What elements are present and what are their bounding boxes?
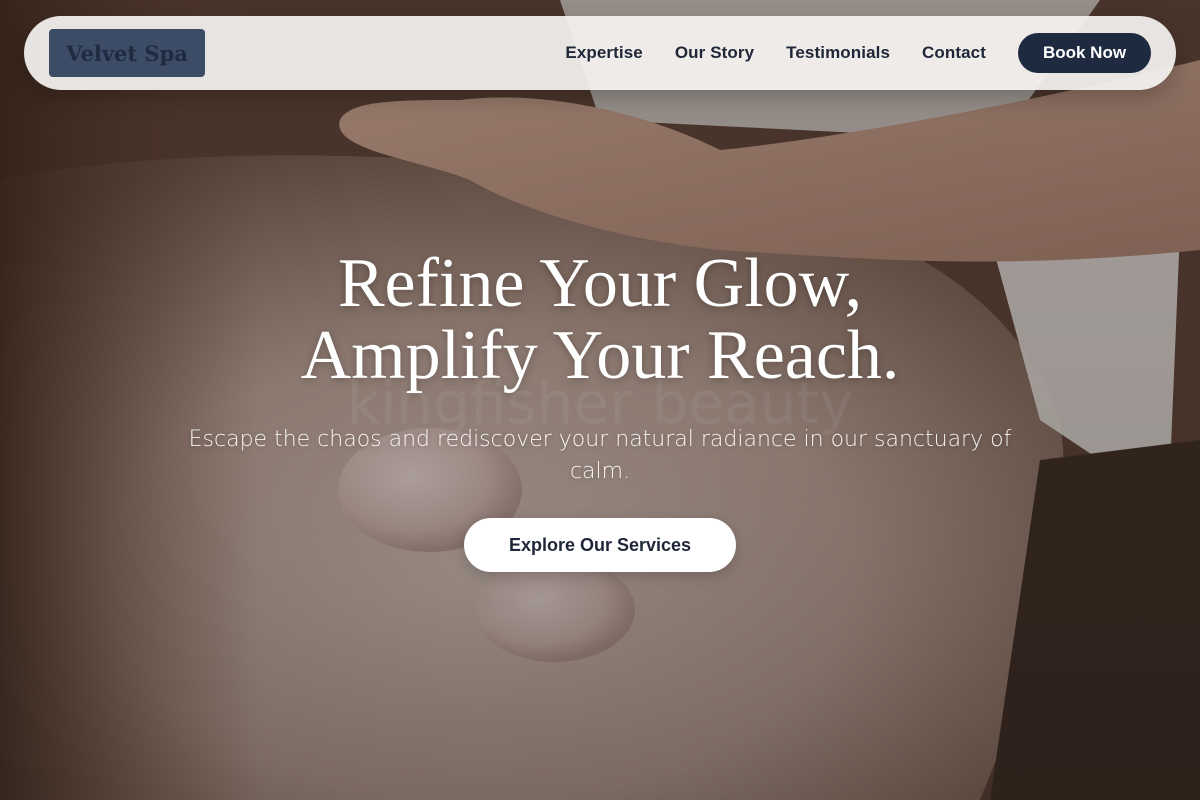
nav-links: Expertise Our Story Testimonials Contact… bbox=[565, 33, 1151, 73]
hero-headline: Refine Your Glow, Amplify Your Reach. bbox=[0, 248, 1200, 392]
book-now-button[interactable]: Book Now bbox=[1018, 33, 1151, 73]
page: kingfisher beauty Velvet Spa Expertise O… bbox=[0, 0, 1200, 800]
hero-headline-line-2: Amplify Your Reach. bbox=[300, 317, 900, 394]
hero-section: Refine Your Glow, Amplify Your Reach. Es… bbox=[0, 248, 1200, 572]
hero-headline-line-1: Refine Your Glow, bbox=[337, 245, 863, 322]
nav-link-our-story[interactable]: Our Story bbox=[675, 43, 754, 63]
brand-logo[interactable]: Velvet Spa bbox=[49, 29, 205, 77]
nav-link-contact[interactable]: Contact bbox=[922, 43, 986, 63]
explore-services-button[interactable]: Explore Our Services bbox=[464, 518, 736, 572]
hero-subtext: Escape the chaos and rediscover your nat… bbox=[188, 427, 1012, 484]
nav-link-expertise[interactable]: Expertise bbox=[565, 43, 642, 63]
nav-link-testimonials[interactable]: Testimonials bbox=[786, 43, 890, 63]
navbar: Velvet Spa Expertise Our Story Testimoni… bbox=[24, 16, 1176, 90]
